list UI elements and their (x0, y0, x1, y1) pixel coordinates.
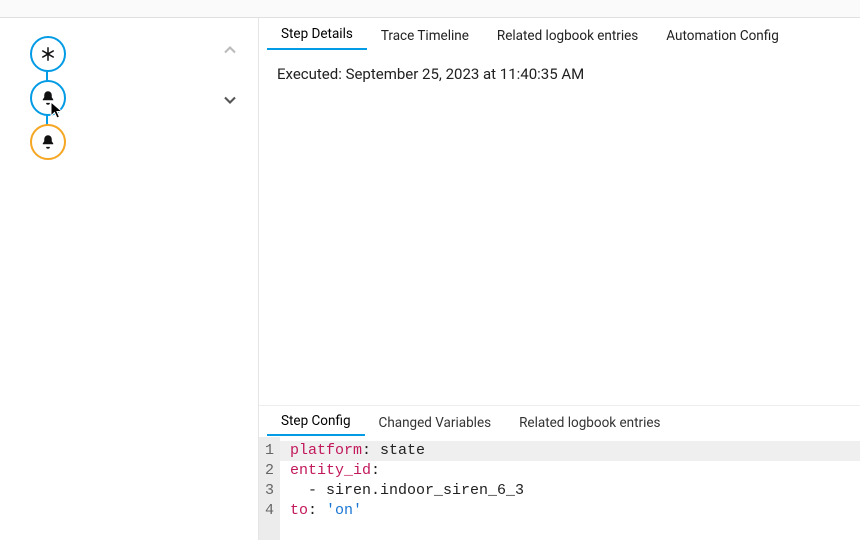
asterisk-icon (39, 45, 57, 63)
executed-timestamp: Executed: September 25, 2023 at 11:40:35… (277, 65, 584, 83)
bell-icon (39, 133, 57, 151)
line-number: 3 (265, 481, 274, 501)
code-line: - siren.indoor_siren_6_3 (290, 481, 860, 501)
tab-trace-timeline[interactable]: Trace Timeline (367, 22, 483, 50)
window-top-strip (0, 0, 860, 18)
code-editor[interactable]: 1 2 3 4 platform: state entity_id: - sir… (259, 437, 860, 540)
tab-step-details[interactable]: Step Details (267, 20, 367, 50)
tab-changed-variables[interactable]: Changed Variables (365, 410, 506, 436)
tab-related-logbook-bottom[interactable]: Related logbook entries (505, 410, 674, 436)
detail-panel: Step Details Trace Timeline Related logb… (259, 18, 860, 540)
tab-step-config[interactable]: Step Config (267, 408, 365, 436)
line-number: 4 (265, 501, 274, 521)
bottom-tabs: Step Config Changed Variables Related lo… (259, 406, 860, 437)
tab-automation-config[interactable]: Automation Config (652, 22, 793, 50)
code-body: platform: state entity_id: - siren.indoo… (280, 437, 860, 540)
top-tabs: Step Details Trace Timeline Related logb… (259, 18, 860, 51)
step-prev-button[interactable] (220, 40, 240, 64)
step-next-button[interactable] (220, 90, 240, 114)
trace-node-action[interactable] (30, 124, 66, 160)
code-line: entity_id: (290, 461, 860, 481)
line-number: 1 (265, 441, 274, 461)
line-number: 2 (265, 461, 274, 481)
trace-node-condition[interactable] (30, 80, 66, 116)
trace-node-trigger[interactable] (30, 36, 66, 72)
main-layout: Step Details Trace Timeline Related logb… (0, 18, 860, 540)
tab-related-logbook-top[interactable]: Related logbook entries (483, 22, 652, 50)
chevron-down-icon (220, 90, 240, 110)
step-detail-body: Executed: September 25, 2023 at 11:40:35… (259, 51, 860, 405)
code-gutter: 1 2 3 4 (259, 437, 280, 540)
bell-icon (39, 89, 57, 107)
code-line: platform: state (280, 441, 860, 461)
chevron-up-icon (220, 40, 240, 60)
trace-graph-panel (0, 18, 259, 540)
code-line: to: 'on' (290, 501, 860, 521)
